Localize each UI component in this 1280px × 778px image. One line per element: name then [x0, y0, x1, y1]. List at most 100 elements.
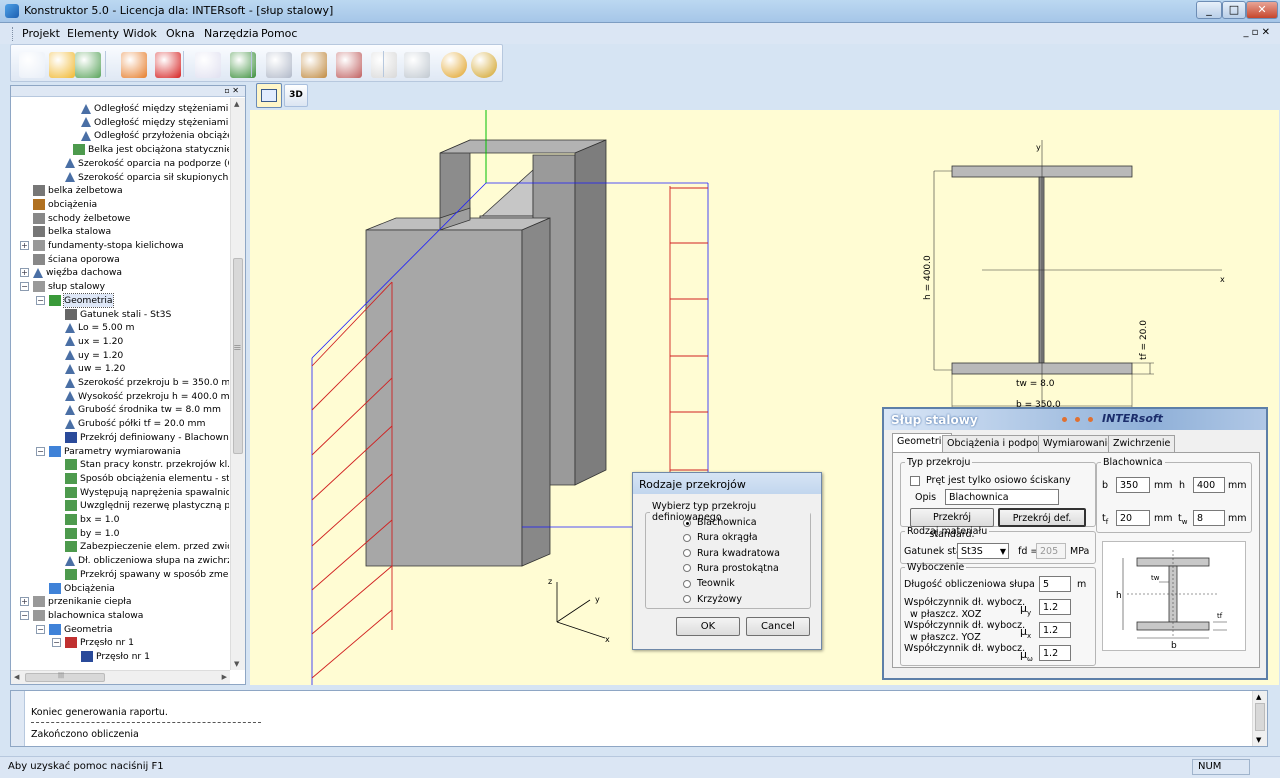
cancel-button[interactable]: Cancel: [746, 617, 810, 636]
scroll-down-icon[interactable]: ▼: [234, 660, 239, 668]
tree-item[interactable]: Sposób obciążenia elementu - staty: [65, 472, 229, 485]
tree-item[interactable]: Gatunek stali - St3S: [65, 308, 171, 321]
panel-header-buttons[interactable]: ▫ ✕: [224, 86, 239, 95]
section-type-radio[interactable]: Rura prostokątna: [683, 563, 779, 574]
view-tab-2d[interactable]: [256, 83, 282, 108]
defined-section-button[interactable]: Przekrój def.: [998, 508, 1086, 527]
calculate-icon[interactable]: [266, 52, 292, 78]
tree-horizontal-scrollbar[interactable]: ◀ ||| ▶: [11, 670, 230, 684]
scroll-right-icon[interactable]: ▶: [222, 673, 227, 681]
section-type-radio[interactable]: Krzyżowy: [683, 594, 742, 605]
section-type-radio[interactable]: Teownik: [683, 578, 735, 589]
tree-item[interactable]: Przęsło nr 1: [65, 636, 134, 649]
info-icon[interactable]: [471, 52, 497, 78]
tree-item[interactable]: Dł. obliczeniowa słupa na zwichrz.: [65, 554, 229, 567]
tree-item[interactable]: Wysokość przekroju h = 400.0 mm: [65, 390, 229, 403]
tree-item[interactable]: schody żelbetowe: [33, 212, 130, 225]
tree-item[interactable]: przenikanie ciepła: [33, 595, 132, 608]
delete-icon[interactable]: [155, 52, 181, 78]
tab-zwichrzenie[interactable]: Zwichrzenie: [1108, 435, 1176, 452]
output-scrollbar[interactable]: ▲ ▼: [1252, 691, 1267, 746]
tree-item[interactable]: Przekrój spawany w sposób zmecha: [65, 568, 229, 581]
tree-item[interactable]: więźba dachowa: [33, 266, 122, 279]
axial-only-checkbox[interactable]: Pręt jest tylko osiowo ściskany: [910, 475, 1071, 486]
buckling-coef-input[interactable]: 1.2: [1039, 645, 1071, 661]
tree-item[interactable]: Lo = 5.00 m: [65, 321, 134, 334]
tree-item[interactable]: Geometria: [49, 292, 114, 308]
tree-item[interactable]: Szerokość oparcia na podporze (60: [65, 157, 229, 170]
tree-item[interactable]: bx = 1.0: [65, 513, 119, 526]
scroll-up-icon[interactable]: ▲: [234, 100, 239, 108]
folder-icon[interactable]: [75, 52, 101, 78]
tree-item[interactable]: ux = 1.20: [65, 335, 123, 348]
menu-elementy[interactable]: Elementy: [67, 27, 119, 40]
tree-item[interactable]: fundamenty-stopa kielichowa: [33, 239, 184, 252]
calculator-icon[interactable]: [371, 52, 397, 78]
tab-obciazenia[interactable]: Obciążenia i podpory: [942, 435, 1053, 452]
tree-item[interactable]: Parametry wymiarowania: [49, 445, 181, 458]
open-folder-icon[interactable]: [49, 52, 75, 78]
document-export-icon[interactable]: [195, 52, 221, 78]
scroll-down-icon[interactable]: ▼: [1256, 736, 1261, 744]
collapse-icon[interactable]: −: [36, 624, 45, 634]
maximize-button[interactable]: □: [1222, 1, 1246, 19]
printer-icon[interactable]: [404, 52, 430, 78]
collapse-icon[interactable]: −: [36, 295, 45, 305]
buckling-coef-input[interactable]: 1.2: [1039, 599, 1071, 615]
menu-widok[interactable]: Widok: [123, 27, 157, 40]
tree-item[interactable]: Geometria: [49, 623, 113, 636]
tree-item[interactable]: by = 1.0: [65, 527, 119, 540]
mdi-window-controls[interactable]: _ ▫ ✕: [1243, 27, 1270, 38]
new-file-icon[interactable]: [19, 52, 45, 78]
section-type-radio[interactable]: Blachownica: [683, 517, 757, 528]
tree-item[interactable]: obciążenia: [33, 198, 97, 211]
expand-icon[interactable]: +: [20, 597, 29, 607]
h-input[interactable]: 400: [1193, 477, 1225, 493]
help-icon[interactable]: [441, 52, 467, 78]
tree-item[interactable]: Odległość przyłożenia obciążer: [81, 129, 229, 142]
gears-delete-icon[interactable]: [336, 52, 362, 78]
expand-icon[interactable]: +: [20, 241, 29, 250]
tree-item[interactable]: Występują naprężenia spawalnicze: [65, 486, 229, 499]
buckling-length-input[interactable]: 5: [1039, 576, 1071, 592]
book-icon[interactable]: [230, 52, 256, 78]
collapse-icon[interactable]: −: [52, 638, 61, 648]
scroll-up-icon[interactable]: ▲: [1256, 693, 1261, 701]
view-tab-3d[interactable]: 3D: [284, 84, 308, 107]
tree-item[interactable]: Uwzględnij rezerwę plastyczną przy: [65, 499, 229, 512]
tree-item[interactable]: Grubość półki tf = 20.0 mm: [65, 417, 205, 430]
b-input[interactable]: 350: [1116, 477, 1150, 493]
tree-item[interactable]: Zabezpieczenie elem. przed zwichrz: [65, 540, 229, 553]
tree-item[interactable]: blachownica stalowa: [33, 609, 143, 622]
tree-item[interactable]: uy = 1.20: [65, 349, 123, 362]
tree-item[interactable]: Szerokość przekroju b = 350.0 mm: [65, 376, 229, 389]
tree-item[interactable]: belka stalowa: [33, 225, 111, 238]
gears-icon[interactable]: [301, 52, 327, 78]
output-panel-grip[interactable]: [11, 691, 25, 746]
tree-item[interactable]: Obciążenia: [49, 582, 115, 595]
tree-item[interactable]: uw = 1.20: [65, 362, 125, 375]
collapse-icon[interactable]: −: [20, 282, 29, 292]
scroll-left-icon[interactable]: ◀: [14, 673, 19, 681]
buckling-coef-input[interactable]: 1.2: [1039, 622, 1071, 638]
save-icon[interactable]: [121, 52, 147, 78]
output-scroll-thumb[interactable]: [1255, 703, 1265, 731]
tree-item[interactable]: słup stalowy: [33, 280, 105, 293]
menu-projekt[interactable]: Projekt: [22, 27, 60, 40]
tree-item[interactable]: Grubość środnika tw = 8.0 mm: [65, 403, 221, 416]
tree-item[interactable]: Przęsło nr 1: [81, 650, 150, 663]
tree-item[interactable]: belka żelbetowa: [33, 184, 123, 197]
close-button[interactable]: ✕: [1246, 1, 1278, 19]
collapse-icon[interactable]: −: [36, 446, 45, 456]
menu-narzedzia[interactable]: Narzędzia: [204, 27, 259, 40]
tw-input[interactable]: 8: [1193, 510, 1225, 526]
section-type-radio[interactable]: Rura okrągła: [683, 532, 758, 543]
menu-pomoc[interactable]: Pomoc: [261, 27, 297, 40]
tree-item[interactable]: Belka jest obciążona statycznie: [73, 143, 229, 156]
tree-item[interactable]: Przekrój definiowany - Blachownica: [65, 431, 229, 444]
tf-input[interactable]: 20: [1116, 510, 1150, 526]
standard-section-button[interactable]: Przekrój standard.: [910, 508, 994, 540]
hscroll-thumb[interactable]: [25, 673, 105, 682]
tree-item[interactable]: Stan pracy konstr. przekrojów kl. 4 -: [65, 458, 229, 471]
tree-item[interactable]: Odległość między stężeniami pa: [81, 116, 229, 129]
